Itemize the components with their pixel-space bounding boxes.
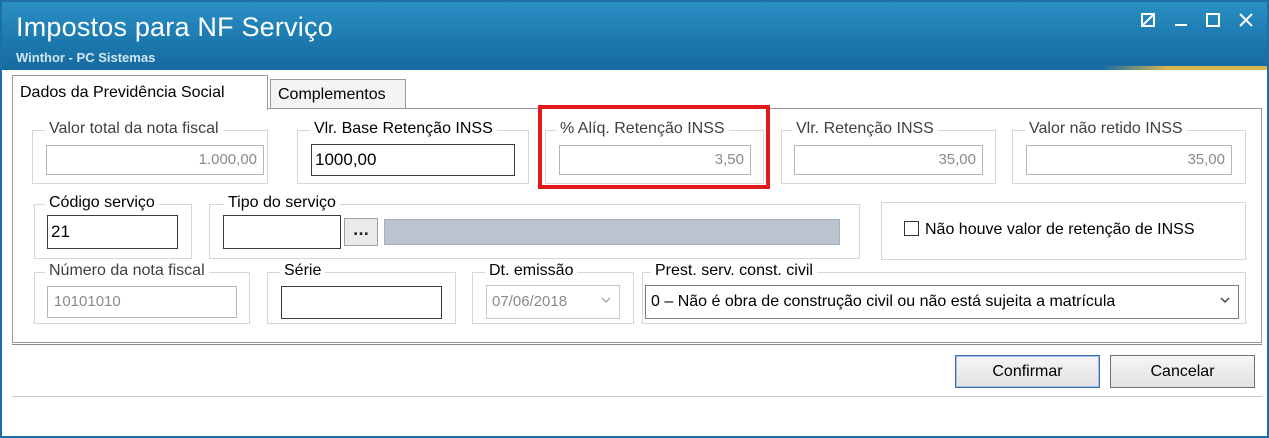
prest-serv-select[interactable]: 0 – Não é obra de construção civil ou nã… bbox=[645, 285, 1239, 319]
close-icon[interactable] bbox=[1235, 12, 1257, 34]
title-bar[interactable]: Impostos para NF Serviço Winthor - PC Si… bbox=[2, 2, 1267, 70]
cancelar-button[interactable]: Cancelar bbox=[1110, 355, 1255, 388]
label-numero-nf: Número da nota fiscal bbox=[45, 262, 209, 280]
vlr-retencao-field[interactable]: 35,00 bbox=[794, 145, 983, 175]
prest-serv-value: 0 – Não é obra de construção civil ou nã… bbox=[651, 293, 1116, 310]
tipo-servico-browse-button[interactable]: ... bbox=[344, 218, 378, 246]
nao-houve-label[interactable]: Não houve valor de retenção de INSS bbox=[925, 221, 1195, 239]
maximize-icon[interactable] bbox=[1202, 12, 1224, 34]
numero-nf-field[interactable]: 10101010 bbox=[47, 286, 237, 318]
minimize-icon[interactable] bbox=[1170, 12, 1192, 34]
chevron-down-icon[interactable] bbox=[600, 286, 612, 318]
codigo-servico-input[interactable]: 21 bbox=[47, 215, 178, 249]
highlight-box bbox=[538, 105, 770, 189]
label-vlr-retencao: Vlr. Retenção INSS bbox=[792, 120, 938, 138]
label-vlr-base: Vlr. Base Retenção INSS bbox=[310, 120, 497, 138]
label-valor-nao-retido: Valor não retido INSS bbox=[1025, 120, 1187, 138]
label-tipo-servico: Tipo do serviço bbox=[224, 194, 340, 212]
confirmar-button[interactable]: Confirmar bbox=[955, 355, 1100, 388]
label-prest-serv: Prest. serv. const. civil bbox=[651, 262, 817, 280]
window-title: Impostos para NF Serviço bbox=[16, 12, 333, 42]
tab-dados-previdencia[interactable]: Dados da Previdência Social bbox=[12, 75, 268, 110]
label-valor-total: Valor total da nota fiscal bbox=[45, 120, 223, 138]
vlr-base-input[interactable]: 1000,00 bbox=[311, 144, 515, 176]
dialog-window: Impostos para NF Serviço Winthor - PC Si… bbox=[0, 0, 1269, 438]
label-dt-emissao: Dt. emissão bbox=[485, 262, 578, 280]
serie-input[interactable] bbox=[281, 286, 442, 319]
tipo-servico-description bbox=[384, 219, 840, 245]
dt-emissao-value: 07/06/2018 bbox=[492, 293, 568, 310]
tipo-servico-input[interactable] bbox=[223, 215, 341, 249]
status-divider bbox=[12, 396, 1262, 397]
tab-complementos[interactable]: Complementos bbox=[270, 79, 406, 109]
chevron-down-icon[interactable] bbox=[1219, 286, 1231, 318]
title-accent-line bbox=[1102, 66, 1267, 70]
label-codigo-servico: Código serviço bbox=[45, 194, 159, 212]
footer-divider bbox=[12, 344, 1262, 345]
window-subtitle: Winthor - PC Sistemas bbox=[16, 50, 156, 65]
restore-icon[interactable] bbox=[1137, 12, 1159, 34]
label-serie: Série bbox=[280, 262, 326, 280]
valor-nao-retido-field[interactable]: 35,00 bbox=[1026, 145, 1232, 175]
valor-total-field[interactable]: 1.000,00 bbox=[46, 145, 264, 175]
dt-emissao-picker[interactable]: 07/06/2018 bbox=[486, 285, 620, 319]
nao-houve-checkbox[interactable] bbox=[904, 221, 919, 236]
